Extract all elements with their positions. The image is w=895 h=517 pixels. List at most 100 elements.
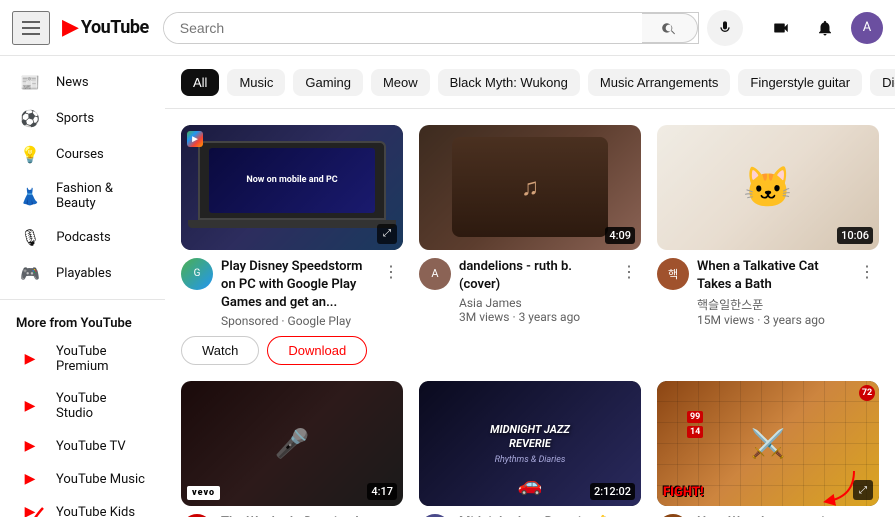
search-area (163, 10, 743, 46)
video-thumbnail-weeknd: 🎤 4:17 vevo (181, 381, 403, 506)
header-left: ▶ YouTube (12, 11, 149, 45)
notifications-button[interactable] (807, 10, 843, 46)
playables-icon: 🎮 (20, 264, 40, 283)
podcasts-icon: 🎙 (20, 228, 40, 247)
ad-thumb-text: Now on mobile and PC (246, 175, 337, 187)
sidebar: 📰 News ⚽ Sports 💡 Courses 👗 Fashion & Be… (0, 56, 165, 517)
watch-button[interactable]: Watch (181, 336, 259, 365)
sidebar-item-studio[interactable]: ▶ YouTube Studio (4, 383, 161, 429)
courses-icon: 💡 (20, 145, 40, 164)
chip-blackmyth[interactable]: Black Myth: Wukong (438, 69, 580, 96)
sidebar-item-playables[interactable]: 🎮 Playables (4, 256, 161, 291)
duration-badge-dandelions: 4:09 (605, 227, 635, 244)
video-card-jazz[interactable]: MIDNIGHT JAZZREVERIE Rhythms & Diaries 🚗… (419, 381, 641, 517)
chips-bar: All Music Gaming Meow Black Myth: Wukong… (165, 56, 895, 109)
search-button[interactable] (642, 13, 698, 43)
sidebar-item-podcasts[interactable]: 🎙 Podcasts (4, 220, 161, 255)
sidebar-item-premium[interactable]: ▶ YouTube Premium (4, 336, 161, 382)
video-meta-dandelions: dandelions - ruth b. (cover) Asia James … (459, 258, 609, 324)
google-play-logo: ▶ (187, 131, 203, 147)
sidebar-item-fashion[interactable]: 👗 Fashion & Beauty (4, 173, 161, 219)
fashion-icon: 👗 (20, 187, 40, 206)
chip-meow[interactable]: Meow (371, 69, 430, 96)
bell-icon (816, 19, 834, 37)
ad-meta: Play Disney Speedstorm on PC with Google… (221, 258, 371, 329)
main-layout: 📰 News ⚽ Sports 💡 Courses 👗 Fashion & Be… (0, 56, 895, 517)
create-button[interactable] (763, 10, 799, 46)
video-title-cat: When a Talkative Cat Takes a Bath (697, 258, 847, 294)
chip-musicarrangements[interactable]: Music Arrangements (588, 69, 731, 96)
video-stats-cat: 15M views · 3 years ago (697, 313, 847, 327)
fight-badge: FIGHT! (663, 485, 704, 500)
sidebar-item-sports[interactable]: ⚽ Sports (4, 101, 161, 136)
avatar[interactable]: A (851, 12, 883, 44)
header-right: A (763, 10, 883, 46)
mic-icon (717, 20, 733, 36)
video-card-herowars[interactable]: ⚔️ 72 99 14 FIGHT! ⤢ (657, 381, 879, 517)
sidebar-item-kids[interactable]: ▶ YouTube Kids (4, 496, 161, 517)
cat-more-button[interactable]: ⋮ (855, 258, 879, 285)
duration-badge-weeknd: 4:17 (367, 483, 397, 500)
chip-fingerstyle[interactable]: Fingerstyle guitar (738, 69, 862, 96)
content-area: All Music Gaming Meow Black Myth: Wukong… (165, 56, 895, 517)
duration-badge-jazz: 2:12:02 (590, 483, 635, 500)
dandelions-more-button[interactable]: ⋮ (617, 258, 641, 285)
chip-all[interactable]: All (181, 69, 219, 96)
sidebar-divider-1 (0, 299, 165, 300)
video-thumbnail-ad: Now on mobile and PC ▶ ⤢ (181, 125, 403, 250)
menu-button[interactable] (12, 11, 50, 45)
video-card-dandelions[interactable]: ♫ 4:09 A dandelions - ruth b. (cover) As… (419, 125, 641, 365)
header: ▶ YouTube A (0, 0, 895, 56)
chip-gaming[interactable]: Gaming (293, 69, 363, 96)
logo[interactable]: ▶ YouTube (62, 15, 149, 40)
ad-stats: Sponsored · Google Play (221, 314, 371, 328)
video-card-cat[interactable]: 🐱 10:06 핵 When a Talkative Cat Takes a B… (657, 125, 879, 365)
create-icon (772, 19, 790, 37)
chip-music[interactable]: Music (227, 69, 285, 96)
sidebar-more-section: More from YouTube (0, 308, 165, 335)
ad-actions: Watch Download (181, 336, 403, 365)
video-channel-cat: 핵슬일한스푼 (697, 296, 847, 313)
sidebar-item-music[interactable]: ▶ YouTube Music (4, 463, 161, 495)
video-card-weeknd[interactable]: 🎤 4:17 vevo W The Weeknd - Dancing In Th… (181, 381, 403, 517)
channel-avatar-cat: 핵 (657, 258, 689, 290)
music-icon: ▶ (20, 471, 40, 487)
microphone-button[interactable] (707, 10, 743, 46)
youtube-logo-icon: ▶ (62, 15, 79, 40)
video-stats-dandelions: 3M views · 3 years ago (459, 310, 609, 324)
video-channel-dandelions: Asia James (459, 296, 609, 310)
search-icon (661, 20, 677, 36)
video-thumbnail-dandelions: ♫ 4:09 (419, 125, 641, 250)
news-icon: 📰 (20, 73, 40, 92)
kids-icon: ▶ (20, 504, 40, 517)
studio-icon: ▶ (20, 398, 40, 414)
video-info-dandelions: A dandelions - ruth b. (cover) Asia Jame… (419, 258, 641, 324)
video-title-dandelions: dandelions - ruth b. (cover) (459, 258, 609, 294)
download-button[interactable]: Download (267, 336, 367, 365)
sidebar-item-news[interactable]: 📰 News (4, 65, 161, 100)
video-thumbnail-jazz: MIDNIGHT JAZZREVERIE Rhythms & Diaries 🚗… (419, 381, 641, 506)
chip-digitalpiano[interactable]: Digital piano (870, 69, 895, 96)
video-info-cat: 핵 When a Talkative Cat Takes a Bath 핵슬일한… (657, 258, 879, 327)
expand-icon-herowars: ⤢ (853, 480, 873, 500)
duration-badge-cat: 10:06 (837, 227, 873, 244)
channel-avatar-dandelions: A (419, 258, 451, 290)
sidebar-item-courses[interactable]: 💡 Courses (4, 137, 161, 172)
ad-more-button[interactable]: ⋮ (379, 258, 403, 285)
video-grid: Now on mobile and PC ▶ ⤢ (165, 109, 895, 517)
expand-icon: ⤢ (377, 224, 397, 244)
search-bar (163, 12, 699, 44)
video-meta-cat: When a Talkative Cat Takes a Bath 핵슬일한스푼… (697, 258, 847, 327)
video-card-ad[interactable]: Now on mobile and PC ▶ ⤢ (181, 125, 403, 365)
premium-icon: ▶ (20, 351, 40, 367)
ad-info: G Play Disney Speedstorm on PC with Goog… (181, 258, 403, 366)
sports-icon: ⚽ (20, 109, 40, 128)
video-thumbnail-cat: 🐱 10:06 (657, 125, 879, 250)
ad-title: Play Disney Speedstorm on PC with Google… (221, 258, 371, 313)
search-input[interactable] (164, 13, 642, 43)
ad-channel-avatar: G (181, 258, 213, 290)
logo-text: YouTube (81, 17, 149, 38)
sidebar-item-tv[interactable]: ▶ YouTube TV (4, 430, 161, 462)
video-thumbnail-herowars: ⚔️ 72 99 14 FIGHT! ⤢ (657, 381, 879, 506)
tv-icon: ▶ (20, 438, 40, 454)
